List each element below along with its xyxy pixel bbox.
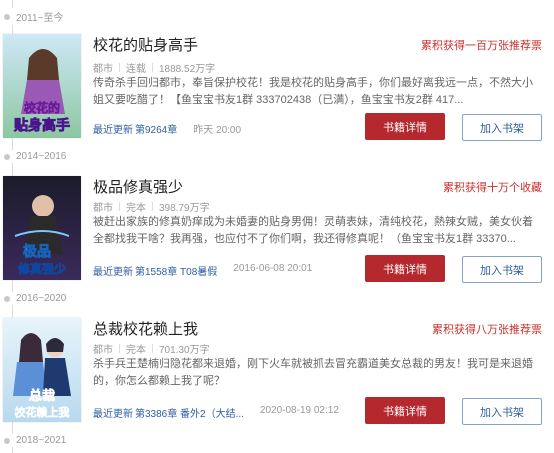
- divider: [119, 344, 120, 353]
- category-label[interactable]: 都市: [93, 341, 113, 356]
- book-cover[interactable]: 总裁 校花赖上我: [3, 318, 81, 422]
- book-title[interactable]: 极品修真强少: [93, 176, 183, 197]
- divider: [119, 202, 120, 211]
- update-time: 2016-06-08 20:01: [233, 263, 313, 274]
- latest-label: 最近更新: [93, 125, 133, 136]
- era-text: 2014~2016: [16, 151, 67, 162]
- era-label: 2016~2020: [4, 292, 71, 305]
- status-label: 完本: [126, 345, 146, 356]
- era-label: 2014~2016: [4, 150, 71, 163]
- timeline-dot: [4, 13, 10, 20]
- book-meta: 都市 完本 701.30万字: [93, 341, 210, 356]
- cover-title-line: 贴身高手: [14, 117, 70, 133]
- divider: [152, 63, 153, 72]
- book-description: 杀手兵王楚楠归隐花都来退婚，刚下火车就被抓去冒充霸道美女总裁的男友！我可是来退婚…: [93, 358, 533, 387]
- status-label: 完本: [126, 203, 146, 214]
- book-title[interactable]: 总裁校花赖上我: [93, 318, 198, 339]
- era-text: 2018~2021: [16, 435, 67, 446]
- book-cover[interactable]: 校花的 贴身高手: [3, 34, 81, 138]
- era-text: 2011~至今: [16, 13, 64, 24]
- cover-title-line: 修真强少: [17, 261, 66, 276]
- honor-badge: 累积获得一百万张推荐票: [421, 40, 542, 52]
- latest-update: 最近更新 第1558章 T08暑假 2016-06-08 20:01: [93, 263, 312, 278]
- book-details-button[interactable]: 书籍详情: [365, 255, 445, 282]
- add-to-shelf-button[interactable]: 加入书架: [462, 256, 542, 283]
- word-count: 1888.52万字: [159, 64, 216, 75]
- latest-label: 最近更新: [93, 409, 133, 420]
- status-label: 连载: [126, 64, 146, 75]
- latest-update: 最近更新 第3386章 番外2（大结... 2020-08-19 02:12: [93, 405, 339, 420]
- cover-illustration: 极品 修真强少: [3, 176, 81, 280]
- word-count: 398.79万字: [159, 203, 210, 214]
- word-count: 701.30万字: [159, 345, 210, 356]
- latest-label: 最近更新: [93, 267, 133, 278]
- book-details-button[interactable]: 书籍详情: [365, 397, 445, 424]
- timeline-dot: [4, 153, 10, 160]
- update-time: 昨天 20:00: [193, 125, 242, 136]
- category-label[interactable]: 都市: [93, 60, 113, 75]
- era-label: 2011~至今: [4, 8, 68, 25]
- cover-title-line: 校花的: [24, 100, 60, 115]
- timeline-dot: [4, 437, 10, 444]
- book-cover[interactable]: 极品 修真强少: [3, 176, 81, 280]
- book-description: 被赶出家族的修真奶痒成为未婚妻的贴身男佣！灵萌表妹，清纯校花，熱辣女贼，美女伙着…: [93, 216, 533, 245]
- update-time: 2020-08-19 02:12: [259, 405, 339, 416]
- cover-title-line: 极品: [23, 243, 51, 259]
- divider: [152, 344, 153, 353]
- latest-chapter-link[interactable]: 第9264章: [135, 121, 177, 136]
- book-title[interactable]: 校花的贴身高手: [93, 34, 198, 55]
- divider: [152, 202, 153, 211]
- cover-title-line: 总裁: [29, 388, 55, 403]
- cover-illustration: 总裁 校花赖上我: [3, 318, 81, 422]
- honor-badge: 累积获得八万张推荐票: [432, 324, 542, 336]
- cover-illustration: 校花的 贴身高手: [3, 34, 81, 138]
- latest-update: 最近更新 第9264章 昨天 20:00: [93, 121, 241, 136]
- era-label: 2018~2021: [4, 434, 71, 447]
- book-meta: 都市 连载 1888.52万字: [93, 60, 215, 75]
- honor-badge: 累积获得十万个收藏: [443, 182, 542, 194]
- category-label[interactable]: 都市: [93, 199, 113, 214]
- era-text: 2016~2020: [16, 293, 67, 304]
- book-meta: 都市 完本 398.79万字: [93, 199, 210, 214]
- latest-chapter-link[interactable]: 第3386章 番外2（大结...: [135, 405, 244, 420]
- add-to-shelf-button[interactable]: 加入书架: [462, 398, 542, 425]
- latest-chapter-link[interactable]: 第1558章 T08暑假: [135, 263, 217, 278]
- divider: [119, 63, 120, 72]
- timeline-dot: [4, 295, 10, 302]
- add-to-shelf-button[interactable]: 加入书架: [462, 114, 542, 141]
- book-details-button[interactable]: 书籍详情: [365, 113, 445, 140]
- book-description: 传奇杀手回归都市，奉旨保护校花！我是校花的贴身高手，你们最好离我远一点，不然大小…: [93, 77, 533, 106]
- cover-title-line: 校花赖上我: [15, 405, 70, 419]
